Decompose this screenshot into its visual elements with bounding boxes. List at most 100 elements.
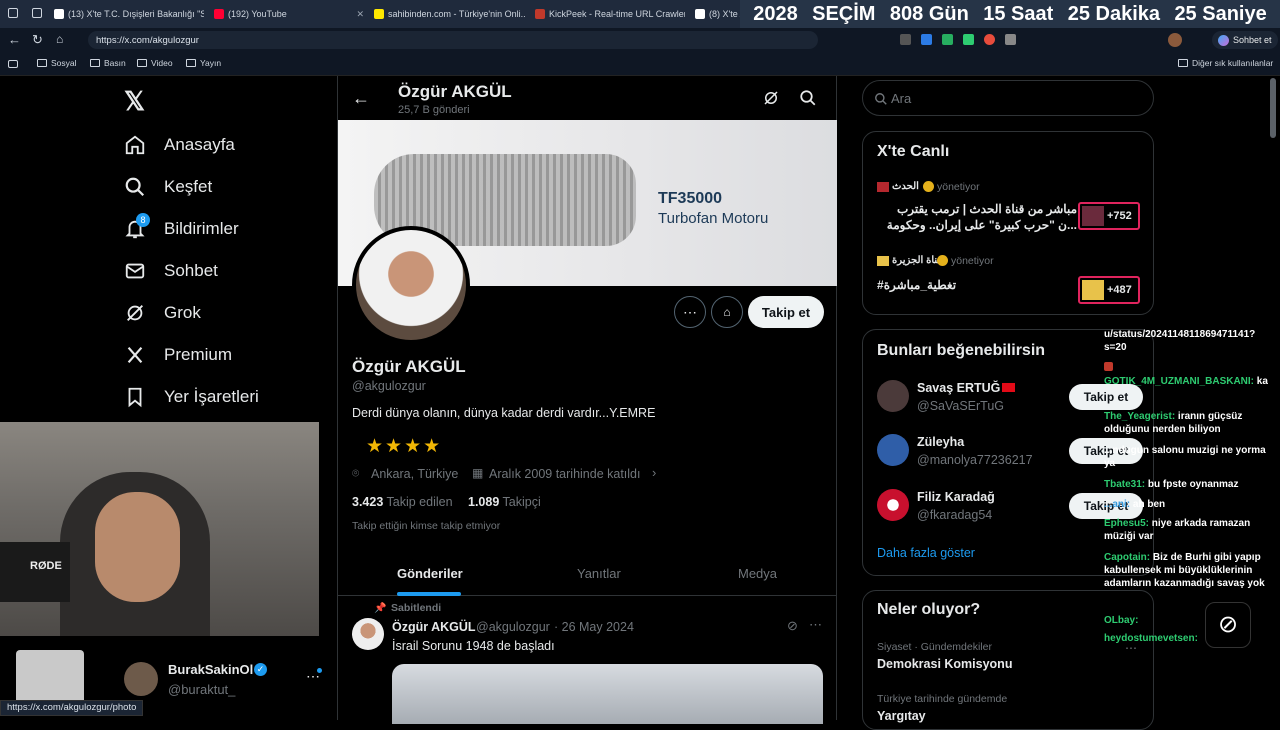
profile-avatar[interactable] <box>1168 33 1182 47</box>
profile-bio: Derdi dünya olanın, dünya kadar derdi va… <box>352 406 656 420</box>
post-author-handle[interactable]: @akgulozgur <box>476 620 550 634</box>
chat-message: GOTIK_4M_UZMANI_BASKANI: ka <box>1104 362 1274 388</box>
post-avatar[interactable] <box>352 618 384 650</box>
browser-tab-active[interactable]: (8) X'te A... <box>695 4 745 24</box>
profile-column: ← Özgür AKGÜL 25,7 B gönderi TF35000 Tur… <box>337 76 837 724</box>
folder-icon <box>186 59 196 67</box>
reload-icon[interactable]: ↻ <box>32 32 43 48</box>
avatar <box>877 434 909 466</box>
url-field[interactable]: https://x.com/akgulozgur <box>88 31 818 49</box>
close-tab-icon[interactable]: ✕ <box>356 9 364 20</box>
nav-bookmarks[interactable]: Yer İşaretleri <box>124 386 259 408</box>
more-options-button[interactable]: ⋯ <box>674 296 706 328</box>
profile-joined[interactable]: Aralık 2009 tarihinde katıldı <box>489 467 640 481</box>
subscribe-gift-button[interactable]: ⌂ <box>711 296 743 328</box>
live-role: yönetiyor <box>937 181 980 193</box>
x-premium-icon <box>127 346 143 364</box>
profile-avatar[interactable] <box>352 226 470 344</box>
extension-icons <box>900 34 1016 45</box>
bookmark-icon <box>128 387 142 408</box>
bookmark-folder[interactable]: Sosyal <box>37 58 77 68</box>
folder-icon <box>37 59 47 67</box>
tab-posts[interactable]: Gönderiler <box>397 566 463 581</box>
live-source: الحدث <box>892 181 919 192</box>
back-arrow-icon[interactable]: ← <box>352 88 370 109</box>
account-switcher[interactable]: BurakSakinOl ✓ @buraktut_ ⋯ <box>120 656 330 704</box>
tab-list-icon[interactable] <box>8 8 18 18</box>
user-handle: @manolya77236217 <box>917 453 1033 467</box>
grok-icon[interactable]: ⊘ <box>787 618 798 634</box>
bookmark-folder[interactable]: Basın <box>90 58 126 68</box>
countdown-hours: 15 Saat <box>983 2 1054 25</box>
avatar <box>877 380 909 412</box>
grok-icon[interactable] <box>762 89 780 107</box>
live-role: yönetiyor <box>951 255 994 267</box>
no-mutual-followers: Takip ettiğin kimse takip etmiyor <box>352 520 501 532</box>
verified-badge-icon: ✓ <box>254 663 267 676</box>
other-bookmarks[interactable]: Diğer sık kullanılanlar <box>1178 58 1273 68</box>
following-link[interactable]: 3.423 Takip edilen <box>352 495 453 509</box>
scrollbar[interactable] <box>1270 78 1276 138</box>
search-placeholder: Ara <box>891 91 912 106</box>
extension-icon[interactable] <box>984 34 995 45</box>
banner-title: TF35000 <box>658 190 723 207</box>
search-input[interactable]: Ara <box>862 80 1154 116</box>
tab-replies[interactable]: Yanıtlar <box>577 566 621 581</box>
countdown-minutes: 25 Dakika <box>1067 2 1161 25</box>
youtube-favicon-icon <box>214 9 224 19</box>
browser-tab[interactable]: (13) X'te T.C. Dışişleri Bakanlığı "S...… <box>54 4 204 24</box>
followers-link[interactable]: 1.089 Takipçi <box>468 495 541 509</box>
trend-item[interactable]: Türkiye tarihinde gündemde Yargıtay <box>877 693 1143 729</box>
x-logo[interactable]: 𝕏 <box>124 86 145 117</box>
nav-grok[interactable]: Grok <box>124 302 201 324</box>
sahibinden-favicon-icon <box>374 9 384 19</box>
post-author-name[interactable]: Özgür AKGÜL <box>392 620 476 634</box>
follow-button[interactable]: Takip et <box>748 296 824 328</box>
more-icon[interactable]: ⋯ <box>809 617 822 633</box>
extension-icon[interactable] <box>942 34 953 45</box>
live-item[interactable]: قناة الجزيرة yönetiyor #تغطية_مباشرة +48… <box>877 254 1143 304</box>
webcam-overlay: RØDE <box>0 422 319 636</box>
bookmark-folder[interactable]: Video <box>137 58 173 68</box>
show-more-link[interactable]: Daha fazla göster <box>877 546 975 560</box>
calendar-icon: ▦ <box>472 466 484 480</box>
live-on-x-card: X'te Canlı الحدث yönetiyor مباشر من قناة… <box>862 131 1154 315</box>
user-handle: @SaVaSErTuG <box>917 399 1005 413</box>
home-icon[interactable]: ⌂ <box>56 32 63 46</box>
flag-turkey-icon <box>1002 383 1015 392</box>
post-date[interactable]: · 26 May 2024 <box>554 620 634 634</box>
chat-message: ...ndugun salonu muzigi ne yorma ya <box>1104 445 1266 469</box>
live-source: قناة الجزيرة <box>892 255 943 266</box>
link-status-bar: https://x.com/akgulozgur/photo <box>0 700 144 716</box>
tab-media[interactable]: Medya <box>738 566 777 581</box>
grok-icon <box>127 305 143 321</box>
address-bar-row: ← ↻ ⌂ https://x.com/akgulozgur Sohbet et <box>0 28 1280 52</box>
copilot-chat-button[interactable]: Sohbet et <box>1212 31 1278 49</box>
countdown-label: SEÇİM <box>812 2 876 25</box>
nav-messages[interactable]: Sohbet <box>124 260 218 282</box>
search-icon[interactable] <box>799 89 817 107</box>
browser-tab[interactable]: sahibinden.com - Türkiye'nin Onli...✕ <box>374 4 526 24</box>
workspaces-icon[interactable] <box>32 8 42 18</box>
browser-tab[interactable]: (192) YouTube ✕ <box>214 4 364 24</box>
grok-floating-button[interactable]: ⊘ <box>1205 602 1251 648</box>
host-avatar <box>1082 280 1104 300</box>
sidebar-toggle-icon[interactable] <box>8 60 18 68</box>
streamer-face <box>95 492 180 602</box>
pin-icon: 📌 <box>374 603 387 614</box>
extension-icon[interactable] <box>963 34 974 45</box>
nav-home[interactable]: Anasayfa <box>124 134 235 156</box>
extension-icon[interactable] <box>900 34 911 45</box>
browser-tab[interactable]: KickPeek - Real-time URL Crawler...✕ <box>535 4 685 24</box>
back-icon[interactable]: ← <box>8 32 21 47</box>
chat-message: Ephesu5: niye arkada ramazan müziği var <box>1104 518 1251 542</box>
home-icon <box>125 135 145 155</box>
post-media-image[interactable] <box>392 664 823 724</box>
extension-icon[interactable] <box>1005 34 1016 45</box>
nav-explore[interactable]: Keşfet <box>124 176 212 198</box>
nav-premium[interactable]: Premium <box>124 344 232 366</box>
bookmark-folder[interactable]: Yayın <box>186 58 221 68</box>
live-item[interactable]: الحدث yönetiyor مباشر من قناة الحدث | تر… <box>877 180 1143 240</box>
extension-icon[interactable] <box>921 34 932 45</box>
chat-badge-icon <box>1104 362 1113 371</box>
